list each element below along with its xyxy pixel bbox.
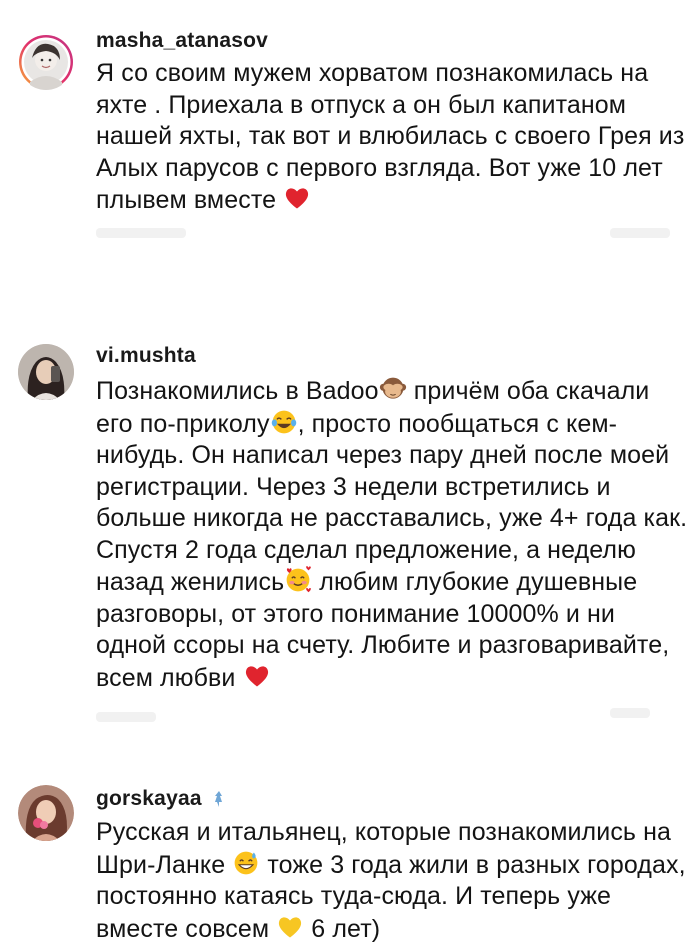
comment-2: vi.mushta Познакомились в Badoo причём о…	[0, 320, 700, 760]
grinning-sweat-icon	[234, 851, 258, 874]
comment-text-part: Я со своим мужем хорватом познакомилась …	[96, 59, 685, 214]
comment-meta-placeholder	[96, 712, 156, 722]
username[interactable]: masha_atanasov	[96, 29, 268, 53]
comment-text: Русская и итальянец, которые познакомили…	[96, 817, 692, 945]
comment-3: gorskayaa Русская и итальянец, которые п…	[0, 760, 700, 943]
avatar-gorskayaa[interactable]	[18, 785, 74, 841]
username[interactable]: vi.mushta	[96, 344, 196, 368]
red-heart-icon	[286, 188, 309, 209]
comment-text: Я со своим мужем хорватом познакомилась …	[96, 58, 692, 217]
avatar-photo-icon	[18, 785, 74, 841]
username[interactable]: gorskayaa	[96, 787, 224, 811]
username-text: gorskayaa	[96, 787, 202, 810]
comment-meta-placeholder	[610, 708, 650, 718]
see-no-evil-monkey-icon	[379, 377, 406, 399]
avatar-vi-mushta[interactable]	[18, 344, 74, 400]
comment-text-part: 6 лет)	[304, 914, 381, 943]
comment-meta-placeholder	[610, 228, 670, 238]
avatar-photo-icon	[18, 344, 74, 400]
comment-text-part: Познакомились в Badoo	[96, 377, 379, 405]
tears-of-joy-icon	[271, 410, 296, 433]
red-heart-icon	[245, 665, 268, 686]
verified-badge-icon	[214, 791, 222, 808]
avatar-photo-icon	[19, 35, 73, 90]
avatar-masha[interactable]	[18, 34, 74, 90]
smiling-face-with-hearts-icon	[286, 566, 312, 593]
comment-meta-placeholder	[96, 228, 186, 238]
yellow-heart-icon	[279, 916, 302, 937]
comment-text: Познакомились в Badoo причём оба скачали…	[96, 375, 692, 694]
comment-1: masha_atanasov Я со своим мужем хорватом…	[0, 0, 700, 320]
